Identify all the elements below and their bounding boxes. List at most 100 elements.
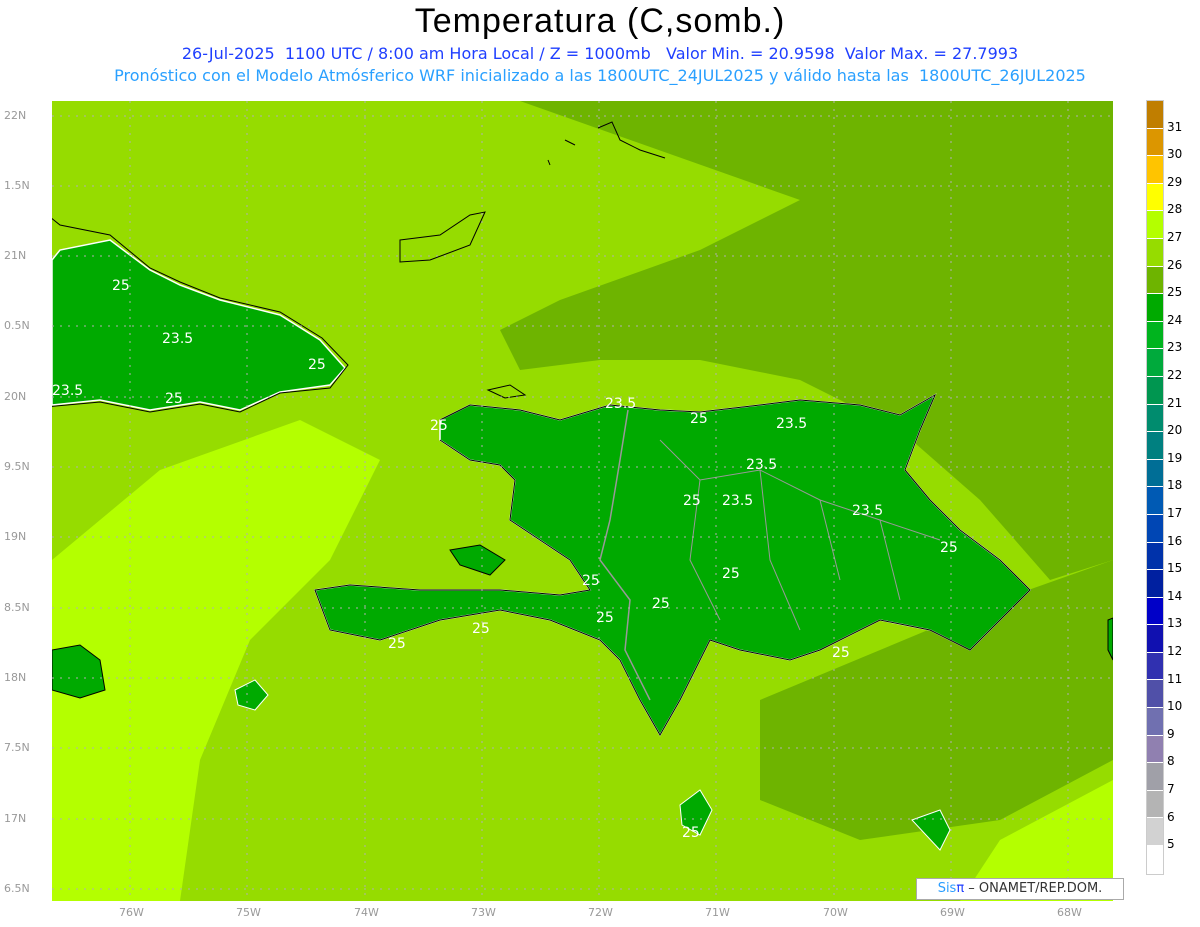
colorbar-label: 27 xyxy=(1167,230,1183,244)
colorbar-label: 13 xyxy=(1167,616,1183,631)
colorbar-label: 28 xyxy=(1167,202,1183,217)
lat-tick: 0.5N xyxy=(4,319,30,332)
contour-label: 25 xyxy=(652,596,670,612)
colorbar-label: 9 xyxy=(1167,726,1175,741)
colorbar-swatch xyxy=(1147,763,1163,791)
colorbar-swatch xyxy=(1147,294,1163,322)
colorbar-label: 12 xyxy=(1167,644,1183,658)
lon-tick: 76W xyxy=(119,906,144,919)
contour-label: 25 xyxy=(682,825,700,841)
colorbar-label: 7 xyxy=(1167,782,1175,796)
lon-tick: 75W xyxy=(236,906,261,919)
contour-label: 23.5 xyxy=(852,503,883,519)
colorbar-swatch xyxy=(1147,101,1163,129)
lat-tick: 18N xyxy=(4,671,27,684)
colorbar-label: 22 xyxy=(1167,368,1183,382)
sispi-onamet-logo: Sisπ – ONAMET/REP.DOM. xyxy=(916,878,1124,900)
contour-label: 25 xyxy=(690,411,708,427)
contour-label: 23.5 xyxy=(52,383,83,399)
colorbar-label: 11 xyxy=(1167,671,1183,686)
lat-tick: 6.5N xyxy=(4,882,30,895)
colorbar-swatch xyxy=(1147,790,1163,819)
lon-tick: 74W xyxy=(354,906,379,919)
contour-label: 25 xyxy=(683,493,701,509)
colorbar-label: 15 xyxy=(1167,561,1183,576)
colorbar-swatch xyxy=(1147,238,1163,267)
colorbar-swatch xyxy=(1147,459,1163,488)
contour-label: 25 xyxy=(832,645,850,661)
colorbar-label: 29 xyxy=(1167,174,1183,189)
logo-text: – ONAMET/REP.DOM. xyxy=(964,881,1103,896)
contour-label: 25 xyxy=(112,278,130,294)
lat-tick: 20N xyxy=(4,390,27,403)
colorbar-label: 10 xyxy=(1167,699,1183,714)
lon-tick: 70W xyxy=(823,906,848,919)
colorbar-swatch xyxy=(1147,652,1163,681)
contour-label: 25 xyxy=(430,418,448,434)
lat-tick: 22N xyxy=(4,109,27,122)
lat-tick: 9.5N xyxy=(4,460,30,473)
contour-label: 25 xyxy=(165,391,183,407)
colorbar-label: 6 xyxy=(1167,809,1175,824)
subtitle-model-info: Pronóstico con el Modelo Atmósferico WRF… xyxy=(114,66,1086,85)
colorbar-swatch xyxy=(1147,432,1163,460)
contour-label: 23.5 xyxy=(605,396,636,412)
colorbar-swatch xyxy=(1147,404,1163,433)
colorbar-label: 24 xyxy=(1167,312,1183,327)
colorbar-label: 30 xyxy=(1167,147,1183,162)
colorbar-swatch xyxy=(1147,570,1163,598)
colorbar-label: 8 xyxy=(1167,754,1175,769)
lon-tick: 73W xyxy=(471,906,496,919)
colorbar-label: 26 xyxy=(1167,257,1183,272)
lat-tick: 19N xyxy=(4,530,27,543)
colorbar-swatch xyxy=(1147,708,1163,736)
logo-brand: Sis xyxy=(937,881,957,896)
lat-tick: 1.5N xyxy=(4,179,30,192)
chart-title: Temperatura (C,somb.) xyxy=(414,2,786,40)
lon-tick: 71W xyxy=(705,906,730,919)
colorbar-label: 18 xyxy=(1167,478,1183,493)
colorbar-swatch xyxy=(1147,183,1163,212)
colorbar-label: 21 xyxy=(1167,395,1183,410)
colorbar-label: 25 xyxy=(1167,285,1183,300)
contour-label: 25 xyxy=(472,621,490,637)
contour-label: 23.5 xyxy=(776,416,807,432)
colorbar-label: 17 xyxy=(1167,506,1183,520)
colorbar-label: 5 xyxy=(1167,837,1175,852)
colorbar-label: 20 xyxy=(1167,423,1183,438)
colorbar-swatch xyxy=(1147,487,1163,515)
colorbar-swatch xyxy=(1147,514,1163,543)
lon-tick: 69W xyxy=(940,906,965,919)
lat-tick: 8.5N xyxy=(4,601,30,614)
contour-label: 25 xyxy=(722,566,740,582)
colorbar-swatch xyxy=(1147,321,1163,350)
colorbar-swatch xyxy=(1147,542,1163,571)
contour-label: 25 xyxy=(596,610,614,626)
colorbar-label: 16 xyxy=(1167,533,1183,548)
colorbar-swatch xyxy=(1147,597,1163,626)
lat-tick: 17N xyxy=(4,812,27,825)
colorbar-swatch xyxy=(1147,376,1163,405)
logo-pi: π xyxy=(956,881,965,896)
contour-label: 25 xyxy=(582,573,600,589)
colorbar-swatch xyxy=(1147,349,1163,377)
colorbar xyxy=(1146,100,1164,875)
colorbar-swatch xyxy=(1147,211,1163,239)
colorbar-label: 19 xyxy=(1167,450,1183,465)
colorbar-swatch xyxy=(1147,625,1163,653)
colorbar-swatch xyxy=(1147,818,1163,847)
colorbar-swatch xyxy=(1147,846,1163,874)
colorbar-swatch xyxy=(1147,735,1163,764)
colorbar-swatch xyxy=(1147,680,1163,709)
contour-label: 23.5 xyxy=(162,331,193,347)
lon-tick: 68W xyxy=(1057,906,1082,919)
colorbar-swatch xyxy=(1147,266,1163,295)
colorbar-swatch xyxy=(1147,156,1163,184)
temperature-map: 25 23.5 25 25 23.5 25 23.5 25 23.5 23.5 … xyxy=(52,101,1113,901)
colorbar-swatch xyxy=(1147,128,1163,157)
subtitle-date-values: 26-Jul-2025 1100 UTC / 8:00 am Hora Loca… xyxy=(181,44,1019,63)
colorbar-label: 23 xyxy=(1167,340,1183,355)
colorbar-label: 31 xyxy=(1167,119,1183,134)
contour-label: 23.5 xyxy=(722,493,753,509)
lat-tick: 7.5N xyxy=(4,741,30,754)
